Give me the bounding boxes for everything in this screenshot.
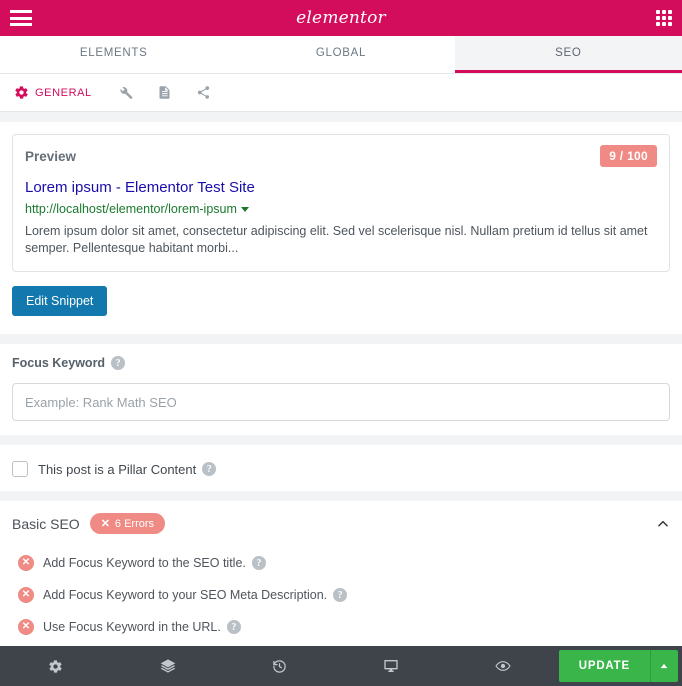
pillar-content-checkbox[interactable] [12, 461, 28, 477]
focus-keyword-label: Focus Keyword [12, 356, 106, 370]
layers-icon[interactable] [112, 646, 224, 686]
preview-label: Preview [25, 148, 77, 164]
seo-score-badge: 9 / 100 [600, 145, 657, 167]
update-button-group: UPDATE [558, 650, 678, 682]
chevron-up-icon[interactable] [656, 517, 670, 531]
check-text-row: Add Focus Keyword to your SEO Meta Descr… [43, 588, 348, 602]
snippet-preview-panel: Preview 9 / 100 Lorem ipsum - Elementor … [0, 122, 682, 334]
error-x-icon: ✕ [18, 555, 34, 571]
snippet-description: Lorem ipsum dolor sit amet, consectetur … [25, 224, 648, 255]
list-item: ✕ Add Focus Keyword to your SEO Meta Des… [12, 579, 670, 611]
snippet-url-row: http://localhost/elementor/lorem-ipsum [25, 202, 657, 216]
help-icon[interactable]: ? [226, 620, 241, 634]
hamburger-menu-icon[interactable] [10, 10, 32, 26]
help-icon[interactable]: ? [251, 556, 266, 570]
settings-gear-icon[interactable] [0, 646, 112, 686]
pillar-content-label: This post is a Pillar Content [38, 461, 197, 477]
edit-snippet-wrap: Edit Snippet [12, 286, 670, 316]
panel-tabs: ELEMENTS GLOBAL SEO [0, 36, 682, 74]
tab-global[interactable]: GLOBAL [227, 36, 455, 73]
edit-snippet-button[interactable]: Edit Snippet [12, 286, 108, 316]
focus-keyword-label-row: Focus Keyword ? [12, 356, 670, 370]
help-icon[interactable]: ? [333, 588, 348, 602]
preview-header: Preview 9 / 100 [25, 145, 657, 167]
seo-sub-toolbar: GENERAL [0, 74, 682, 112]
seo-content-scroll[interactable]: Preview 9 / 100 Lorem ipsum - Elementor … [0, 112, 682, 646]
chevron-down-icon[interactable] [240, 206, 249, 212]
gear-icon [14, 85, 29, 100]
basic-seo-check-list: ✕ Add Focus Keyword to the SEO title. ? … [12, 547, 670, 646]
error-x-icon: ✕ [18, 619, 34, 635]
subtab-general[interactable]: GENERAL [14, 74, 106, 112]
subtab-general-label: GENERAL [35, 86, 92, 99]
pillar-content-panel: This post is a Pillar Content ? [0, 445, 682, 491]
focus-keyword-input[interactable] [12, 383, 670, 421]
grid-apps-icon[interactable] [656, 10, 672, 26]
focus-keyword-panel: Focus Keyword ? [0, 344, 682, 435]
basic-seo-errors-badge: ✕ 6 Errors [89, 513, 166, 534]
elementor-logo: elementor [296, 8, 386, 28]
editor-bottom-bar: UPDATE [0, 646, 682, 686]
snippet-preview-card: Preview 9 / 100 Lorem ipsum - Elementor … [12, 134, 670, 272]
basic-seo-header[interactable]: Basic SEO ✕ 6 Errors [12, 513, 670, 538]
app-header: elementor [0, 0, 682, 36]
share-icon [196, 85, 211, 100]
wrench-icon [118, 85, 133, 100]
subtab-advanced[interactable] [106, 74, 145, 112]
document-icon [157, 85, 172, 100]
basic-seo-title: Basic SEO [12, 515, 80, 532]
error-x-icon: ✕ [18, 587, 34, 603]
snippet-url-text: http://localhost/elementor/lorem-ipsum [25, 202, 237, 216]
list-item: ✕ Add Focus Keyword to the SEO title. ? [12, 547, 670, 579]
elementor-seo-panel: elementor ELEMENTS GLOBAL SEO GENERAL Pr… [0, 0, 682, 686]
subtab-social[interactable] [184, 74, 223, 112]
update-options-chevron-up-icon[interactable] [649, 650, 678, 682]
subtab-document[interactable] [145, 74, 184, 112]
check-label: Use Focus Keyword in the URL. [43, 620, 221, 634]
basic-seo-errors-count: 6 Errors [114, 517, 155, 530]
basic-seo-panel: Basic SEO ✕ 6 Errors ✕ Add Focus Keyword… [0, 501, 682, 646]
help-icon[interactable]: ? [111, 356, 126, 370]
help-icon[interactable]: ? [202, 462, 217, 476]
check-label: Add Focus Keyword to your SEO Meta Descr… [43, 588, 328, 602]
list-item: ✕ Use Focus Keyword in the URL. ? [12, 611, 670, 643]
pillar-content-label-row: This post is a Pillar Content ? [38, 461, 217, 477]
tab-seo[interactable]: SEO [454, 36, 682, 73]
check-text-row: Use Focus Keyword in the URL. ? [43, 620, 241, 634]
close-x-icon: ✕ [100, 518, 110, 530]
check-label: Add Focus Keyword to the SEO title. [43, 556, 246, 570]
pillar-content-row[interactable]: This post is a Pillar Content ? [12, 457, 670, 477]
tab-elements[interactable]: ELEMENTS [0, 36, 228, 73]
responsive-monitor-icon[interactable] [335, 646, 447, 686]
preview-eye-icon[interactable] [447, 646, 559, 686]
update-button[interactable]: UPDATE [558, 650, 650, 682]
check-text-row: Add Focus Keyword to the SEO title. ? [43, 556, 266, 570]
history-icon[interactable] [224, 646, 336, 686]
snippet-title[interactable]: Lorem ipsum - Elementor Test Site [25, 178, 657, 198]
